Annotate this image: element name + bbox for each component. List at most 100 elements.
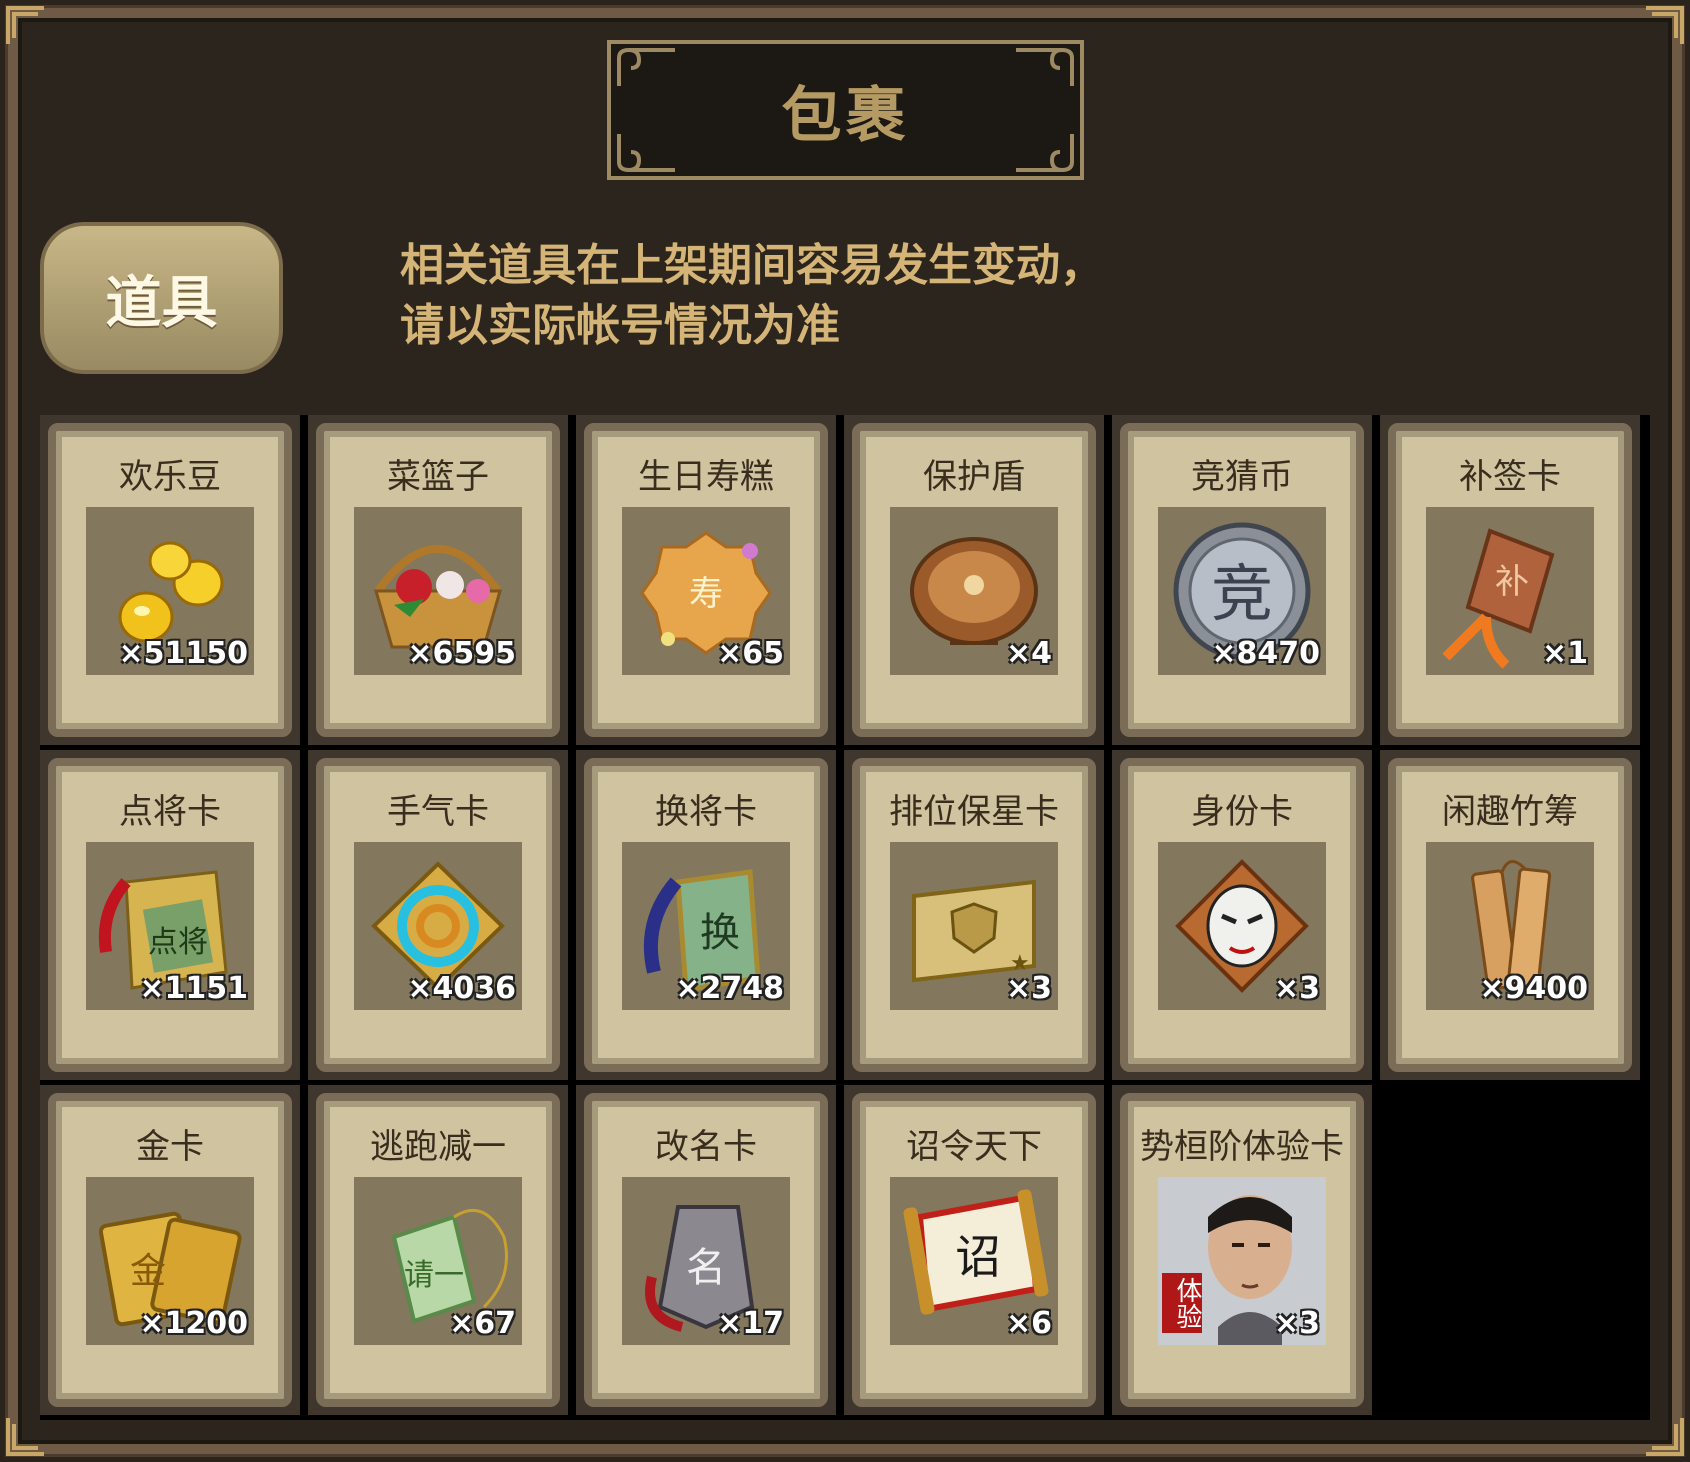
- item-cell[interactable]: 手气卡 ×4036: [308, 750, 568, 1080]
- item-name: 金卡: [136, 1127, 204, 1167]
- corner-ornament-icon: [4, 4, 48, 48]
- item-name: 改名卡: [655, 1127, 757, 1167]
- item-name: 菜篮子: [387, 457, 489, 497]
- item-cell[interactable]: 菜篮子 ×6595: [308, 415, 568, 745]
- item-card[interactable]: 身份卡 ×3: [1120, 758, 1364, 1072]
- item-cell[interactable]: 欢乐豆 ×51150: [40, 415, 300, 745]
- item-card[interactable]: 竞猜币竞 ×8470: [1120, 423, 1364, 737]
- item-card[interactable]: 手气卡 ×4036: [316, 758, 560, 1072]
- item-name: 诏令天下: [906, 1127, 1042, 1167]
- item-quantity: ×3: [1005, 971, 1052, 1006]
- item-card[interactable]: 改名卡名 ×17: [584, 1093, 828, 1407]
- svg-text:金: 金: [130, 1251, 166, 1292]
- item-quantity: ×17: [717, 1306, 784, 1341]
- item-card[interactable]: 势桓阶体验卡 体验 ×3: [1120, 1093, 1364, 1407]
- swap-card-icon: 换 ×2748: [622, 842, 790, 1010]
- title-ornament-icon: [617, 48, 675, 86]
- item-cell[interactable]: 点将卡点将 ×1151: [40, 750, 300, 1080]
- item-name: 补签卡: [1459, 457, 1561, 497]
- item-name: 生日寿糕: [638, 457, 774, 497]
- item-quantity: ×1151: [139, 971, 248, 1006]
- item-cell[interactable]: 保护盾 ×4: [844, 415, 1104, 745]
- shield-icon: ×4: [890, 507, 1058, 675]
- item-card[interactable]: 逃跑减一 请一 ×67: [316, 1093, 560, 1407]
- corner-ornament-icon: [1642, 1414, 1686, 1458]
- item-cell[interactable]: 闲趣竹筹 ×9400: [1380, 750, 1640, 1080]
- item-quantity: ×1: [1541, 636, 1588, 671]
- title-ornament-icon: [617, 134, 675, 172]
- window-title: 包裹: [781, 80, 910, 151]
- rename-card-icon: 名 ×17: [622, 1177, 790, 1345]
- item-quantity: ×51150: [118, 636, 248, 671]
- item-name: 手气卡: [387, 792, 489, 832]
- item-quantity: ×8470: [1211, 636, 1320, 671]
- item-cell[interactable]: 改名卡名 ×17: [576, 1085, 836, 1415]
- svg-text:名: 名: [686, 1245, 726, 1291]
- notice-line-1: 相关道具在上架期间容易发生变动，: [400, 240, 1104, 291]
- edict-scroll-icon: 诏 ×6: [890, 1177, 1058, 1345]
- item-name: 竞猜币: [1191, 457, 1293, 497]
- general-card-icon: 点将 ×1151: [86, 842, 254, 1010]
- flower-basket-icon: ×6595: [354, 507, 522, 675]
- tab-label: 道具: [105, 269, 218, 336]
- item-quantity: ×6595: [407, 636, 516, 671]
- title-ornament-icon: [1016, 134, 1074, 172]
- item-card[interactable]: 点将卡点将 ×1151: [48, 758, 292, 1072]
- sign-tag-icon: 补 ×1: [1426, 507, 1594, 675]
- item-quantity: ×4036: [407, 971, 516, 1006]
- corner-ornament-icon: [1642, 4, 1686, 48]
- tab-items[interactable]: 道具: [40, 222, 283, 374]
- item-cell[interactable]: 身份卡 ×3: [1112, 750, 1372, 1080]
- item-card[interactable]: 闲趣竹筹 ×9400: [1388, 758, 1632, 1072]
- identity-mask-icon: ×3: [1158, 842, 1326, 1010]
- gold-beans-icon: ×51150: [86, 507, 254, 675]
- item-cell[interactable]: 补签卡补 ×1: [1380, 415, 1640, 745]
- svg-text:换: 换: [700, 910, 740, 956]
- item-name: 欢乐豆: [119, 457, 221, 497]
- luck-card-icon: ×4036: [354, 842, 522, 1010]
- item-cell[interactable]: 金卡金 ×1200: [40, 1085, 300, 1415]
- item-card[interactable]: 补签卡补 ×1: [1388, 423, 1632, 737]
- item-card[interactable]: 菜篮子 ×6595: [316, 423, 560, 737]
- item-cell[interactable]: 竞猜币竞 ×8470: [1112, 415, 1372, 745]
- jade-tag-icon: 请一 ×67: [354, 1177, 522, 1345]
- item-name: 点将卡: [119, 792, 221, 832]
- item-card[interactable]: 诏令天下诏 ×6: [852, 1093, 1096, 1407]
- item-cell[interactable]: 势桓阶体验卡 体验 ×3: [1112, 1085, 1372, 1415]
- item-card[interactable]: 排位保星卡 ★ ×3: [852, 758, 1096, 1072]
- item-cell[interactable]: 换将卡换 ×2748: [576, 750, 836, 1080]
- item-name: 保护盾: [923, 457, 1025, 497]
- item-quantity: ×4: [1005, 636, 1052, 671]
- item-quantity: ×3: [1273, 971, 1320, 1006]
- item-quantity: ×9400: [1479, 971, 1588, 1006]
- svg-text:寿: 寿: [689, 574, 723, 614]
- item-quantity: ×2748: [675, 971, 784, 1006]
- item-cell[interactable]: 生日寿糕寿 ×65: [576, 415, 836, 745]
- item-quantity: ×1200: [139, 1306, 248, 1341]
- item-name: 闲趣竹筹: [1442, 792, 1578, 832]
- svg-text:请一: 请一: [404, 1258, 464, 1293]
- svg-text:补: 补: [1495, 562, 1529, 602]
- bamboo-token-icon: ×9400: [1426, 842, 1594, 1010]
- item-card[interactable]: 生日寿糕寿 ×65: [584, 423, 828, 737]
- guess-coin-icon: 竞 ×8470: [1158, 507, 1326, 675]
- item-quantity: ×67: [449, 1306, 516, 1341]
- item-card[interactable]: 保护盾 ×4: [852, 423, 1096, 737]
- item-grid: 欢乐豆 ×51150 菜篮子 ×6595 生日寿糕寿 ×65 保护盾 ×4 竞猜币竞 ×8470 补…: [40, 415, 1650, 1420]
- gold-card-icon: 金 ×1200: [86, 1177, 254, 1345]
- item-cell[interactable]: 逃跑减一 请一 ×67: [308, 1085, 568, 1415]
- trial-badge: 体验: [1162, 1273, 1202, 1333]
- item-cell[interactable]: 排位保星卡 ★ ×3: [844, 750, 1104, 1080]
- title-ornament-icon: [1016, 48, 1074, 86]
- notice-line-2: 请以实际帐号情况为准: [400, 300, 840, 351]
- birthday-cake-icon: 寿 ×65: [622, 507, 790, 675]
- svg-text:诏: 诏: [955, 1230, 1001, 1284]
- item-quantity: ×65: [717, 636, 784, 671]
- item-name: 身份卡: [1191, 792, 1293, 832]
- item-quantity: ×3: [1273, 1306, 1320, 1341]
- item-cell[interactable]: 诏令天下诏 ×6: [844, 1085, 1104, 1415]
- item-card[interactable]: 换将卡换 ×2748: [584, 758, 828, 1072]
- item-card[interactable]: 欢乐豆 ×51150: [48, 423, 292, 737]
- item-card[interactable]: 金卡金 ×1200: [48, 1093, 292, 1407]
- notice-text: 相关道具在上架期间容易发生变动， 请以实际帐号情况为准: [400, 236, 1160, 356]
